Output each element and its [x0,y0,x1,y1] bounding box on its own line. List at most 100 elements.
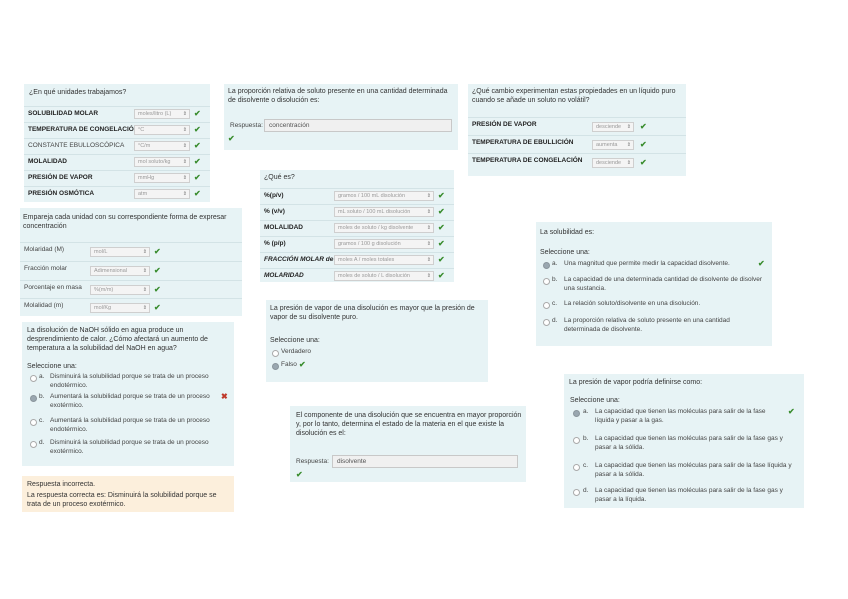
option-text: La capacidad que tienen las moléculas pa… [595,462,792,478]
row-label: SOLUBILIDAD MOLAR [28,110,99,117]
answer-select[interactable]: °C/m ⇕ [134,141,190,151]
answer-select[interactable]: moles/litro (L) ⇕ [134,109,190,119]
answer-select[interactable]: gramos / 100 g disolución ⇕ [334,239,434,249]
question-text: La solubilidad es: [540,229,595,236]
check-icon: ✔ [758,259,765,268]
question-text: La presión de vapor podría definirse com… [569,379,703,386]
answer-select[interactable]: desciende ⇕ [592,158,634,168]
chevron-down-icon: ⇕ [142,268,147,274]
option-text: La capacidad que tienen las moléculas pa… [595,487,783,503]
chevron-down-icon: ⇕ [182,175,187,181]
chevron-down-icon: ⇕ [182,159,187,165]
row-label: % (p/p) [264,240,286,247]
row-label: FRACCIÓN MOLAR de A [264,256,340,263]
row-label: MOLARIDAD [264,272,304,279]
match-row: % (v/v) mL soluto / 100 mL disolución ⇕ ✔ [260,204,454,220]
match-row: SOLUBILIDAD MOLAR moles/litro (L) ⇕ ✔ [24,106,210,122]
option-letter: d. [552,317,558,324]
option-text: La capacidad que tienen las moléculas pa… [595,435,783,451]
answer-select[interactable]: desciende ⇕ [592,122,634,132]
answer-select[interactable]: mol soluto/kg ⇕ [134,157,190,167]
select-label: Seleccione una: [27,363,77,370]
match-row: CONSTANTE EBULLOSCÓPICA °C/m ⇕ ✔ [24,138,210,154]
option-letter: c. [583,462,589,469]
option-text: La capacidad que tienen las moléculas pa… [595,408,766,424]
check-icon: ✔ [788,407,795,416]
answer-select[interactable]: %(m/m) ⇕ [90,285,150,295]
match-row: Molaridad (M) mol/L ⇕ ✔ [20,242,242,261]
answer-select[interactable]: atm ⇕ [134,189,190,199]
match-row: PRESIÓN DE VAPOR desciende ⇕ ✔ [468,117,686,135]
radio-false[interactable] [272,363,279,370]
match-row: MOLARIDAD moles de soluto / L disolución… [260,268,454,284]
answer-select[interactable]: aumenta ⇕ [592,140,634,150]
answer-select[interactable]: °C ⇕ [134,125,190,135]
option-text: Disminuirá la solubilidad porque se trat… [50,439,209,455]
radio-option-d[interactable] [543,319,550,326]
answer-select[interactable]: mol/Kg ⇕ [90,303,150,313]
option-text: La capacidad de una determinada cantidad… [564,276,763,292]
match-row: TEMPERATURA DE CONGELACIÓN °C ⇕ ✔ [24,122,210,138]
check-icon: ✔ [154,303,161,312]
chevron-down-icon: ⇕ [626,124,631,130]
radio-option-b[interactable] [30,395,37,402]
answer-select[interactable]: moles de soluto / kg disolvente ⇕ [334,223,434,233]
answer-input[interactable]: concentración [264,119,452,132]
radio-true[interactable] [272,350,279,357]
match-row: TEMPERATURA DE CONGELACIÓN desciende ⇕ ✔ [468,153,686,171]
radio-option-a[interactable] [573,410,580,417]
option-letter: b. [583,435,589,442]
radio-option-b[interactable] [543,278,550,285]
match-row: MOLALIDAD mol soluto/kg ⇕ ✔ [24,154,210,170]
cross-icon: ✖ [221,392,228,401]
answer-select[interactable]: gramos / 100 mL disolución ⇕ [334,191,434,201]
answer-select[interactable]: mol/L ⇕ [90,247,150,257]
match-row: Molalidad (m) mol/Kg ⇕ ✔ [20,298,242,317]
radio-option-d[interactable] [573,489,580,496]
radio-option-a[interactable] [543,262,550,269]
chevron-down-icon: ⇕ [426,273,431,279]
row-label: PRESIÓN DE VAPOR [472,121,537,128]
feedback-title: Respuesta incorrecta. [27,481,96,488]
row-label: TEMPERATURA DE EBULLICIÓN [472,139,574,146]
answer-label: Respuesta: [230,122,263,129]
check-icon: ✔ [438,207,445,216]
option-text: Una magnitud que permite medir la capaci… [564,260,730,267]
answer-select[interactable]: mL soluto / 100 mL disolución ⇕ [334,207,434,217]
radio-option-b[interactable] [573,437,580,444]
check-icon: ✔ [194,109,201,118]
answer-input[interactable]: disolvente [332,455,518,468]
select-label: Seleccione una: [540,249,590,256]
radio-option-c[interactable] [573,464,580,471]
question-text: El componente de una disolución que se e… [296,412,522,437]
chevron-down-icon: ⇕ [626,142,631,148]
chevron-down-icon: ⇕ [142,287,147,293]
question-solvent-card: El componente de una disolución que se e… [290,406,526,482]
question-units-card: ¿En qué unidades trabajamos? SOLUBILIDAD… [24,84,210,202]
chevron-down-icon: ⇕ [426,257,431,263]
option-text: La proporción relativa de soluto present… [564,317,730,333]
check-icon: ✔ [438,255,445,264]
radio-option-c[interactable] [30,419,37,426]
answer-select[interactable]: moles de soluto / L disolución ⇕ [334,271,434,281]
check-icon: ✔ [438,271,445,280]
check-icon: ✔ [194,141,201,150]
question-naoh-card: La disolución de NaOH sólido en agua pro… [22,322,234,466]
check-icon: ✔ [194,157,201,166]
answer-select[interactable]: moles A / moles totales ⇕ [334,255,434,265]
match-row: % (p/p) gramos / 100 g disolución ⇕ ✔ [260,236,454,252]
answer-select[interactable]: mmHg ⇕ [134,173,190,183]
feedback-box: Respuesta incorrecta. La respuesta corre… [22,476,234,512]
question-concentration-card: La proporción relativa de soluto present… [224,84,458,150]
question-text: ¿Qué cambio experimentan estas propiedad… [472,88,676,104]
radio-option-d[interactable] [30,441,37,448]
question-text: ¿En qué unidades trabajamos? [29,89,127,96]
check-icon: ✔ [640,122,647,131]
radio-option-a[interactable] [30,375,37,382]
radio-option-c[interactable] [543,302,550,309]
chevron-down-icon: ⇕ [426,241,431,247]
chevron-down-icon: ⇕ [182,127,187,133]
check-icon: ✔ [154,247,161,256]
option-text: Falso [281,361,297,368]
answer-select[interactable]: Adimensional ⇕ [90,266,150,276]
